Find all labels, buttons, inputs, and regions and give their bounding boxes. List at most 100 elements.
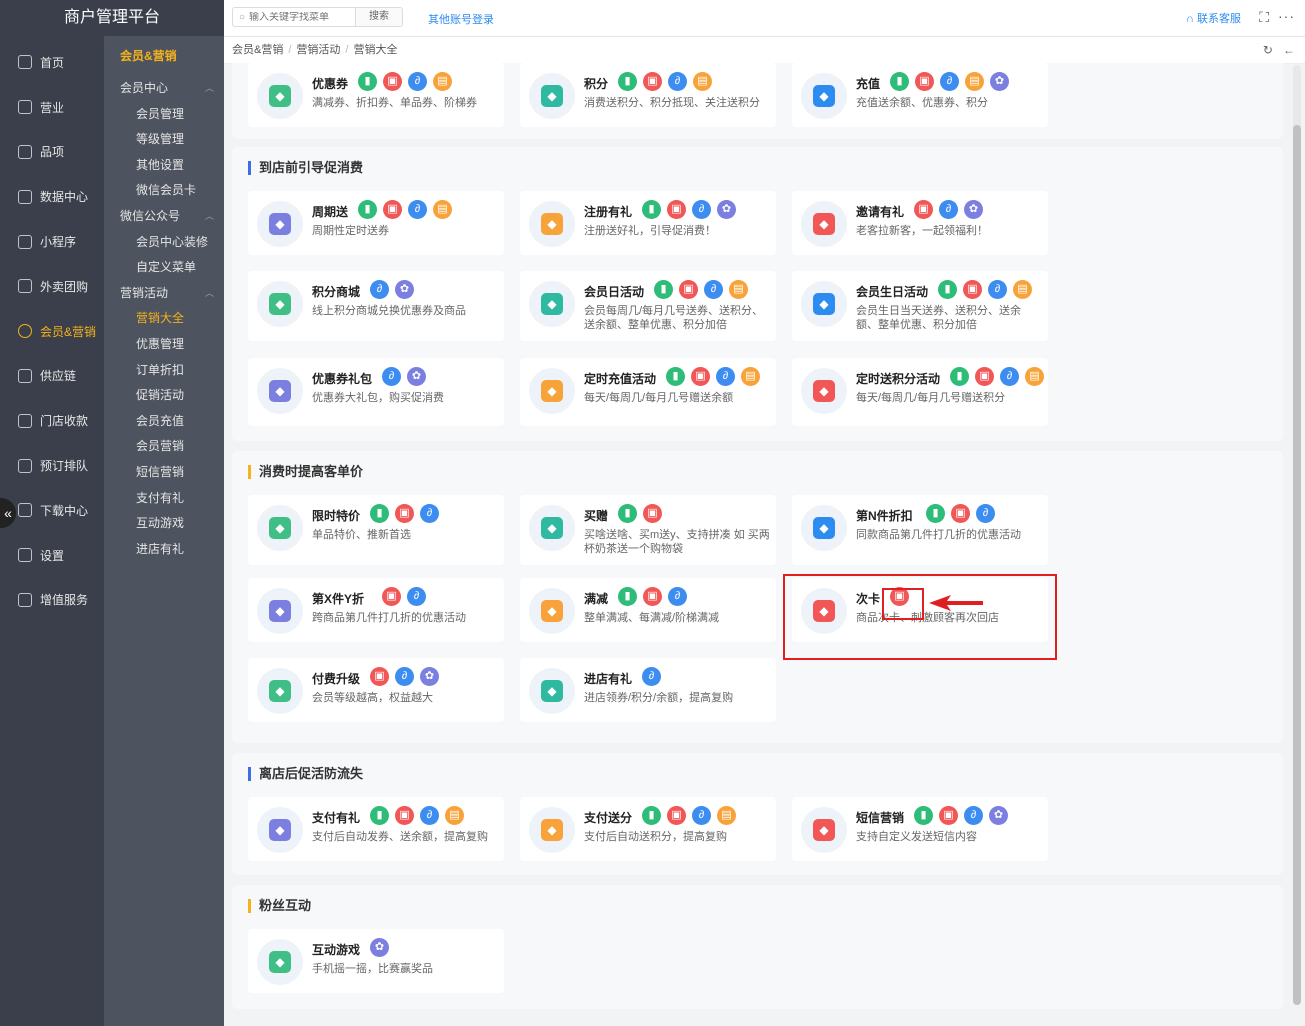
card-glyph: ◆	[541, 213, 563, 235]
submenu-item[interactable]: 进店有礼	[104, 537, 224, 563]
submenu-item[interactable]: 会员中心装修	[104, 230, 224, 256]
other-account-login-link[interactable]: 其他账号登录	[428, 11, 494, 27]
marketing-card[interactable]: ◆ 邀请有礼 老客拉新客，一起领福利！ ▣ ∂ ✿	[792, 191, 1048, 255]
marketing-card[interactable]: ◆ 互动游戏 手机摇一摇，比赛赢奖品 ✿	[248, 929, 504, 993]
marketing-card[interactable]: ◆ 优惠券礼包 优惠券大礼包，购买促消费 ∂ ✿	[248, 358, 504, 426]
purple-channel-icon: ✿	[370, 938, 389, 957]
submenu-item[interactable]: 等级管理	[104, 127, 224, 153]
marketing-card[interactable]: ◆ 周期送 周期性定时送券 ▮ ▣ ∂ ▤	[248, 191, 504, 255]
nav-item[interactable]: 预订排队	[0, 443, 104, 488]
marketing-card[interactable]: ◆ 支付有礼 支付后自动发券、送余额，提高复购 ▮ ▣ ∂ ▤	[248, 797, 504, 861]
marketing-card[interactable]: ◆ 第N件折扣 同款商品第几件打几折的优惠活动 ▮ ▣ ∂	[792, 495, 1048, 565]
nav-item[interactable]: 外卖团购	[0, 264, 104, 309]
red-channel-icon: ▣	[382, 587, 401, 606]
refresh-icon[interactable]: ↻	[1263, 43, 1273, 57]
breadcrumb-item: 营销大全	[353, 44, 398, 56]
breadcrumb-item[interactable]: 营销活动	[296, 44, 340, 56]
marketing-card[interactable]: ◆ 进店有礼 进店领券/积分/余额，提高复购 ∂	[520, 658, 776, 722]
marketing-card[interactable]: ◆ 充值 充值送余额、优惠券、积分 ▮ ▣ ∂ ▤ ✿	[792, 63, 1048, 127]
channel-badges: ▮ ▣ ∂ ▤	[370, 806, 464, 825]
submenu-item[interactable]: 营销大全	[104, 306, 224, 332]
search-button[interactable]: 搜索	[355, 7, 403, 27]
blue-channel-icon: ∂	[976, 504, 995, 523]
red-channel-icon: ▣	[643, 72, 662, 91]
blue-channel-icon: ∂	[642, 667, 661, 686]
marketing-card[interactable]: ◆ 限时特价 单品特价、推新首选 ▮ ▣ ∂	[248, 495, 504, 565]
marketing-card[interactable]: ◆ 会员日活动 会员每周几/每月几号送券、送积分、送余额、整单优惠、积分加倍 ▮ ▣ ∂ ▤	[520, 271, 776, 341]
menu-group-header[interactable]: 会员中心 ︿	[104, 76, 224, 102]
marketing-card[interactable]: ◆ 第X件Y折 跨商品第几件打几折的优惠活动 ▣ ∂	[248, 578, 504, 642]
fullscreen-icon[interactable]: ⛶	[1259, 9, 1269, 26]
nav-item[interactable]: 数据中心	[0, 174, 104, 219]
nav-item[interactable]: 设置	[0, 533, 104, 578]
submenu-item[interactable]: 支付有礼	[104, 486, 224, 512]
breadcrumb-item[interactable]: 会员&营销	[232, 44, 283, 56]
submenu-item[interactable]: 微信会员卡	[104, 178, 224, 204]
marketing-card[interactable]: ◆ 满减 整单满减、每满减/阶梯满减 ▮ ▣ ∂	[520, 578, 776, 642]
blue-channel-icon: ∂	[988, 280, 1007, 299]
marketing-card[interactable]: ◆ 买赠 买啥送啥、买m送y、支持拼凑 如 买两杯奶茶送一个购物袋 ▮ ▣	[520, 495, 776, 565]
purple-channel-icon: ✿	[964, 200, 983, 219]
marketing-card[interactable]: ◆ 会员生日活动 会员生日当天送券、送积分、送余额、整单优惠、积分加倍 ▮ ▣ ∂ ▤	[792, 271, 1048, 341]
marketing-card[interactable]: ◆ 定时充值活动 每天/每周几/每月几号赠送余额 ▮ ▣ ∂ ▤	[520, 358, 776, 426]
marketing-card[interactable]: ◆ 支付送分 支付后自动送积分，提高复购 ▮ ▣ ∂ ▤	[520, 797, 776, 861]
page-scrollbar[interactable]	[1293, 65, 1301, 1005]
menu-search-box[interactable]: ○	[232, 7, 356, 27]
marketing-card[interactable]: ◆ 定时送积分活动 每天/每周几/每月几号赠送积分 ▮ ▣ ∂ ▤	[792, 358, 1048, 426]
channel-badges: ▮ ▣ ∂ ▤	[642, 806, 736, 825]
blue-channel-icon: ∂	[940, 72, 959, 91]
marketing-card[interactable]: ◆ 积分商城 线上积分商城兑换优惠券及商品 ∂ ✿	[248, 271, 504, 341]
submenu-item[interactable]: 会员营销	[104, 434, 224, 460]
marketing-card[interactable]: ◆ 付费升级 会员等级越高，权益越大 ▣ ∂ ✿	[248, 658, 504, 722]
submenu-item[interactable]: 会员管理	[104, 102, 224, 128]
menu-search-input[interactable]	[245, 11, 350, 23]
channel-badges: ▣ ∂ ✿	[370, 667, 439, 686]
submenu-item[interactable]: 短信营销	[104, 460, 224, 486]
nav-item[interactable]: 供应链	[0, 354, 104, 399]
submenu-item[interactable]: 订单折扣	[104, 358, 224, 384]
submenu-item[interactable]: 优惠管理	[104, 332, 224, 358]
nav-item-label: 会员&营销	[40, 324, 97, 339]
submenu-item[interactable]: 互动游戏	[104, 511, 224, 537]
menu-group-header[interactable]: 微信公众号 ︿	[104, 204, 224, 230]
contact-support-link[interactable]: ∩ 联系客服	[1186, 10, 1241, 26]
marketing-card[interactable]: ◆ 注册有礼 注册送好礼，引导促消费！ ▮ ▣ ∂ ✿	[520, 191, 776, 255]
green-channel-icon: ▮	[938, 280, 957, 299]
channel-badges: ▮ ▣ ∂ ▤	[950, 367, 1044, 386]
more-icon[interactable]: ···	[1278, 8, 1295, 24]
card-title: 第X件Y折	[312, 592, 365, 606]
back-arrow-icon[interactable]: ←	[1283, 43, 1295, 57]
nav-item-label: 设置	[40, 548, 65, 563]
nav-item[interactable]: 门店收款	[0, 398, 104, 443]
nav-item[interactable]: 首页	[0, 40, 104, 85]
nav-item-label: 外卖团购	[40, 279, 89, 294]
nav-item[interactable]: 营业	[0, 85, 104, 130]
scrollbar-thumb[interactable]	[1293, 125, 1301, 1005]
marketing-card[interactable]: ◆ 短信营销 支持自定义发送短信内容 ▮ ▣ ∂ ✿	[792, 797, 1048, 861]
submenu-item[interactable]: 自定义菜单	[104, 255, 224, 281]
nav-item-label: 门店收款	[40, 414, 89, 429]
submenu-item[interactable]: 会员充值	[104, 409, 224, 435]
nav-item[interactable]: 小程序	[0, 219, 104, 264]
purple-channel-icon: ✿	[989, 806, 1008, 825]
blue-channel-icon: ∂	[692, 806, 711, 825]
marketing-card[interactable]: ◆ 优惠券 满减券、折扣券、单品券、阶梯券 ▮ ▣ ∂ ▤	[248, 63, 504, 127]
nav-item[interactable]: 增值服务	[0, 578, 104, 623]
nav-item[interactable]: 会员&营销	[0, 309, 104, 354]
red-channel-icon: ▣	[383, 200, 402, 219]
clock-icon: ◆	[257, 505, 303, 551]
section-title: 粉丝互动	[248, 899, 311, 913]
submenu-item[interactable]: 其他设置	[104, 153, 224, 179]
red-channel-icon: ▣	[939, 806, 958, 825]
blue-channel-icon: ∂	[382, 367, 401, 386]
marketing-card[interactable]: ◆ 积分 消费送积分、积分抵现、关注送积分 ▮ ▣ ∂ ▤	[520, 63, 776, 127]
primary-sidebar: 首页 营业 品项 数据中心 小程序 外卖团购 会员&营销 供应链 门店收款 预订排队 下载中心 设置增…	[0, 0, 104, 1026]
menu-group-header[interactable]: 营销活动 ︿	[104, 281, 224, 307]
blue-channel-icon: ∂	[420, 504, 439, 523]
nav-item-label: 品项	[40, 145, 65, 160]
channel-badges: ▮ ▣ ∂ ▤	[358, 72, 452, 91]
submenu-item[interactable]: 促销活动	[104, 383, 224, 409]
nav-item[interactable]: 品项	[0, 130, 104, 175]
settings-icon	[18, 548, 32, 563]
card-title: 周期送	[312, 205, 349, 219]
